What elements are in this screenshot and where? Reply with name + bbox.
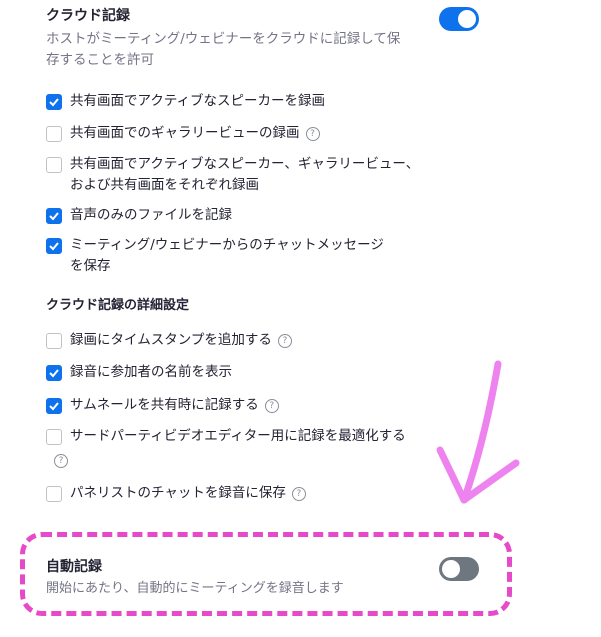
option-label: サードパーティビデオエディター用に記録を最適化する <box>70 428 406 444</box>
checkbox-checked-icon[interactable] <box>46 238 62 254</box>
option-label: ミーティング/ウェビナーからのチャットメッセージ <box>70 237 384 253</box>
cloud-recording-toggle[interactable] <box>439 7 479 31</box>
option-label: 音声のみのファイルを記録 <box>70 207 232 223</box>
option-label: サムネールを共有時に記録する <box>70 397 259 413</box>
checkbox-unchecked-icon[interactable] <box>46 429 62 445</box>
checkbox-unchecked-icon[interactable] <box>46 157 62 173</box>
advanced-settings-title: クラウド記録の詳細設定 <box>46 298 190 313</box>
option-label: 録画にタイムスタンプを追加する <box>70 332 272 348</box>
option-label: 録音に参加者の名前を表示 <box>70 364 232 380</box>
option-label: 共有画面でアクティブなスピーカー、ギャラリービュー、 <box>70 156 420 172</box>
cloud-recording-title: クラウド記録 <box>46 8 130 24</box>
checkbox-unchecked-icon[interactable] <box>46 333 62 349</box>
checkbox-checked-icon[interactable] <box>46 365 62 381</box>
cloud-recording-description-line1: ホストがミーティング/ウェビナーをクラウドに記録して保 <box>46 31 401 47</box>
checkbox-unchecked-icon[interactable] <box>46 486 62 502</box>
option-label: パネリストのチャットを録音に保存 <box>70 485 286 501</box>
option-label-line2: および共有画面をそれぞれ録画 <box>70 177 259 193</box>
highlight-annotation-box <box>20 532 512 616</box>
cloud-recording-description-line2: 存することを許可 <box>46 52 154 68</box>
checkbox-checked-icon[interactable] <box>46 208 62 224</box>
help-icon[interactable]: ? <box>305 127 320 141</box>
help-icon[interactable]: ? <box>54 454 68 468</box>
option-label-line2: を保存 <box>70 258 111 274</box>
help-icon[interactable]: ? <box>291 487 306 501</box>
checkbox-checked-icon[interactable] <box>46 398 62 414</box>
checkbox-unchecked-icon[interactable] <box>46 126 62 142</box>
checkbox-checked-icon[interactable] <box>46 94 62 110</box>
option-label: 共有画面でアクティブなスピーカーを録画 <box>70 93 326 109</box>
help-icon[interactable]: ? <box>277 334 292 348</box>
annotation-arrow-icon <box>436 360 520 504</box>
help-icon[interactable]: ? <box>264 399 279 413</box>
option-label: 共有画面でのギャラリービューの録画 <box>70 125 300 141</box>
